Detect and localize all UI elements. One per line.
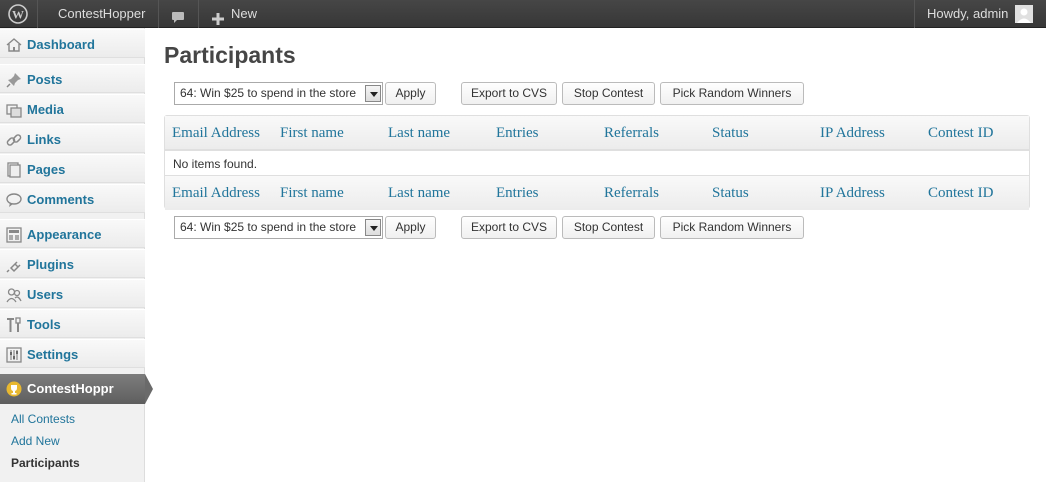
sidebar-item-label: Comments bbox=[27, 192, 95, 207]
table-header: Email Address First name Last name Entri… bbox=[165, 116, 1029, 150]
adminbar-divider bbox=[914, 0, 915, 28]
column-email-address[interactable]: Email Address bbox=[172, 176, 260, 210]
sidebar-item-label: Posts bbox=[27, 72, 63, 87]
admin-sidebar: Dashboard Posts Media Links Pages Commen… bbox=[0, 28, 153, 482]
users-icon bbox=[6, 287, 22, 303]
sidebar-item-label: Plugins bbox=[27, 257, 74, 272]
contest-select-value: 64: Win $25 to spend in the store bbox=[180, 86, 357, 100]
settings-sliders-icon bbox=[6, 347, 22, 363]
comment-bubble-icon[interactable] bbox=[171, 7, 185, 23]
column-ip-address[interactable]: IP Address bbox=[820, 116, 885, 150]
stop-contest-button-bottom[interactable]: Stop Contest bbox=[562, 216, 655, 239]
column-status[interactable]: Status bbox=[712, 116, 749, 150]
avatar-icon[interactable] bbox=[1015, 5, 1033, 23]
link-chain-icon bbox=[6, 132, 22, 148]
new-content-link[interactable]: New bbox=[231, 0, 257, 28]
column-first-name[interactable]: First name bbox=[280, 116, 344, 150]
column-first-name[interactable]: First name bbox=[280, 176, 344, 210]
contest-select-bottom[interactable]: 64: Win $25 to spend in the store bbox=[174, 216, 383, 239]
column-entries[interactable]: Entries bbox=[496, 176, 539, 210]
admin-bar: W ContestHopper New Howdy, admin bbox=[0, 0, 1046, 28]
pick-winners-button[interactable]: Pick Random Winners bbox=[660, 82, 804, 105]
sidebar-item-media[interactable]: Media bbox=[0, 94, 145, 123]
tools-icon bbox=[6, 317, 22, 333]
howdy-greeting[interactable]: Howdy, admin bbox=[927, 0, 1008, 28]
sidebar-item-label: Dashboard bbox=[27, 37, 95, 52]
sidebar-item-dashboard[interactable]: Dashboard bbox=[0, 29, 145, 58]
sidebar-item-label: Links bbox=[27, 132, 61, 147]
sidebar-item-appearance[interactable]: Appearance bbox=[0, 219, 145, 248]
sidebar-item-label: Pages bbox=[27, 162, 66, 177]
column-entries[interactable]: Entries bbox=[496, 116, 539, 150]
chevron-down-icon[interactable] bbox=[365, 219, 381, 236]
empty-message: No items found. bbox=[173, 157, 258, 171]
submenu-all-contests[interactable]: All Contests bbox=[11, 412, 75, 426]
column-referrals[interactable]: Referrals bbox=[604, 116, 659, 150]
column-status[interactable]: Status bbox=[712, 176, 749, 210]
dashboard-home-icon bbox=[6, 37, 22, 53]
sidebar-item-label: Tools bbox=[27, 317, 61, 332]
column-email-address[interactable]: Email Address bbox=[172, 116, 260, 150]
comments-icon bbox=[6, 192, 22, 208]
adminbar-divider bbox=[158, 0, 159, 28]
sidebar-item-label: ContestHoppr bbox=[27, 381, 114, 396]
submenu-participants[interactable]: Participants bbox=[11, 456, 80, 470]
appearance-icon bbox=[6, 227, 22, 243]
column-last-name[interactable]: Last name bbox=[388, 176, 450, 210]
pages-icon bbox=[6, 162, 22, 178]
sidebar-item-comments[interactable]: Comments bbox=[0, 184, 145, 213]
apply-button[interactable]: Apply bbox=[385, 82, 436, 105]
sidebar-item-settings[interactable]: Settings bbox=[0, 339, 145, 368]
media-icon bbox=[6, 102, 22, 118]
export-button[interactable]: Export to CVS bbox=[461, 82, 557, 105]
plugin-icon bbox=[6, 257, 22, 273]
sidebar-item-plugins[interactable]: Plugins bbox=[0, 249, 145, 278]
apply-button-bottom[interactable]: Apply bbox=[385, 216, 436, 239]
sidebar-item-users[interactable]: Users bbox=[0, 279, 145, 308]
sidebar-item-pages[interactable]: Pages bbox=[0, 154, 145, 183]
table-footer: Email Address First name Last name Entri… bbox=[165, 176, 1029, 210]
plus-icon[interactable] bbox=[212, 7, 224, 25]
contest-select[interactable]: 64: Win $25 to spend in the store bbox=[174, 82, 383, 105]
contest-select-value: 64: Win $25 to spend in the store bbox=[180, 220, 357, 234]
wordpress-logo-icon[interactable]: W bbox=[8, 4, 28, 24]
column-contest-id[interactable]: Contest ID bbox=[928, 116, 993, 150]
adminbar-divider bbox=[37, 0, 38, 28]
pushpin-icon bbox=[6, 72, 22, 88]
export-button-bottom[interactable]: Export to CVS bbox=[461, 216, 557, 239]
column-ip-address[interactable]: IP Address bbox=[820, 176, 885, 210]
column-last-name[interactable]: Last name bbox=[388, 116, 450, 150]
sidebar-item-posts[interactable]: Posts bbox=[0, 64, 145, 93]
participants-table: Email Address First name Last name Entri… bbox=[164, 115, 1030, 210]
pick-winners-button-bottom[interactable]: Pick Random Winners bbox=[660, 216, 804, 239]
sidebar-item-label: Settings bbox=[27, 347, 79, 362]
table-row: No items found. bbox=[165, 150, 1029, 176]
sidebar-item-links[interactable]: Links bbox=[0, 124, 145, 153]
column-referrals[interactable]: Referrals bbox=[604, 176, 659, 210]
sidebar-item-label: Media bbox=[27, 102, 64, 117]
stop-contest-button[interactable]: Stop Contest bbox=[562, 82, 655, 105]
sidebar-item-tools[interactable]: Tools bbox=[0, 309, 145, 338]
trophy-icon bbox=[6, 381, 22, 397]
sidebar-item-contesthoppr[interactable]: ContestHoppr bbox=[0, 374, 153, 404]
adminbar-divider bbox=[198, 0, 199, 28]
submenu-add-new[interactable]: Add New bbox=[11, 434, 60, 448]
column-contest-id[interactable]: Contest ID bbox=[928, 176, 993, 210]
svg-text:W: W bbox=[12, 8, 24, 22]
page-title: Participants bbox=[164, 42, 296, 68]
site-name-link[interactable]: ContestHopper bbox=[58, 0, 145, 28]
sidebar-item-label: Users bbox=[27, 287, 64, 302]
chevron-down-icon[interactable] bbox=[365, 85, 381, 102]
sidebar-item-label: Appearance bbox=[27, 227, 102, 242]
